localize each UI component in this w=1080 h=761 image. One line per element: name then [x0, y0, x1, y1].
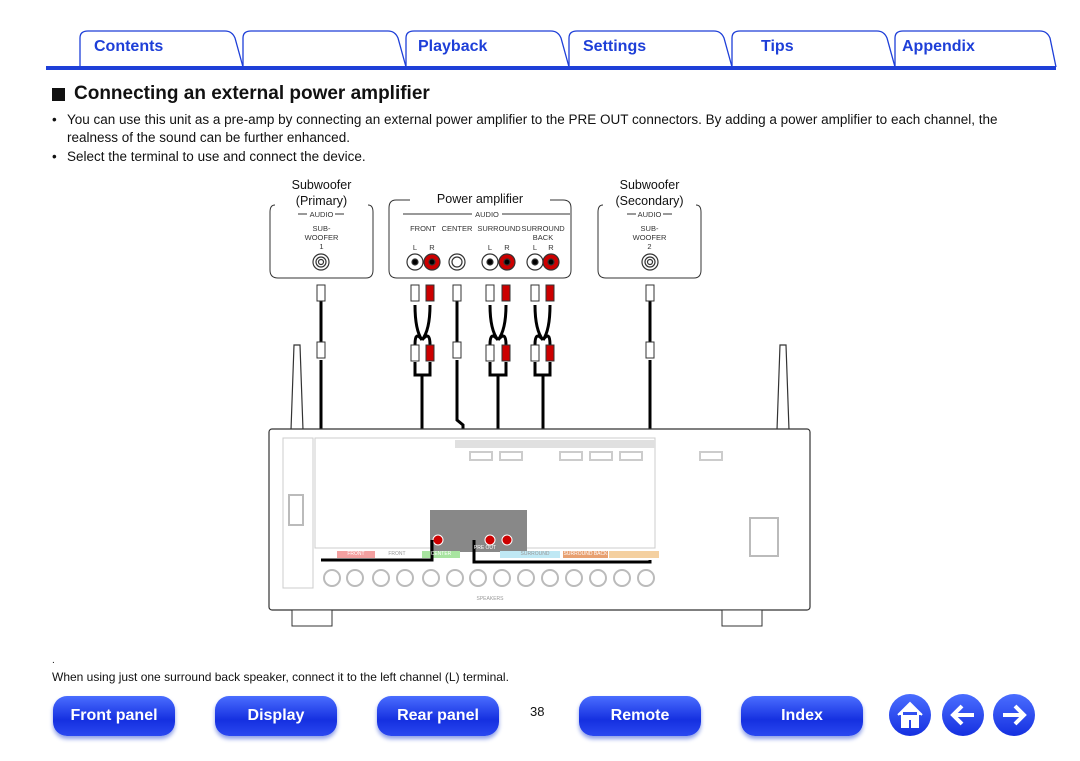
home-button[interactable]	[889, 694, 931, 736]
receiver-rear-panel	[268, 428, 811, 627]
note-text: When using just one surround back speake…	[52, 670, 509, 684]
antenna-left	[290, 344, 304, 431]
subwoofer-secondary-title: Subwoofer	[619, 178, 680, 192]
back-button[interactable]	[942, 694, 984, 736]
front-panel-button[interactable]: Front panel	[53, 696, 175, 736]
connection-diagram	[268, 199, 811, 627]
subwoofer-primary-title: Subwoofer	[291, 178, 352, 192]
forward-button[interactable]	[993, 694, 1035, 736]
display-button[interactable]: Display	[215, 696, 337, 736]
page-number: 38	[530, 704, 545, 719]
remote-button[interactable]: Remote	[579, 696, 701, 736]
rear-panel-button[interactable]: Rear panel	[377, 696, 499, 736]
home-icon	[897, 701, 923, 728]
power-amplifier-title: Power amplifier	[436, 192, 524, 206]
arrow-left-icon	[950, 704, 974, 726]
antenna-right	[776, 344, 790, 431]
arrow-right-icon	[1003, 704, 1027, 726]
index-button[interactable]: Index	[741, 696, 863, 736]
